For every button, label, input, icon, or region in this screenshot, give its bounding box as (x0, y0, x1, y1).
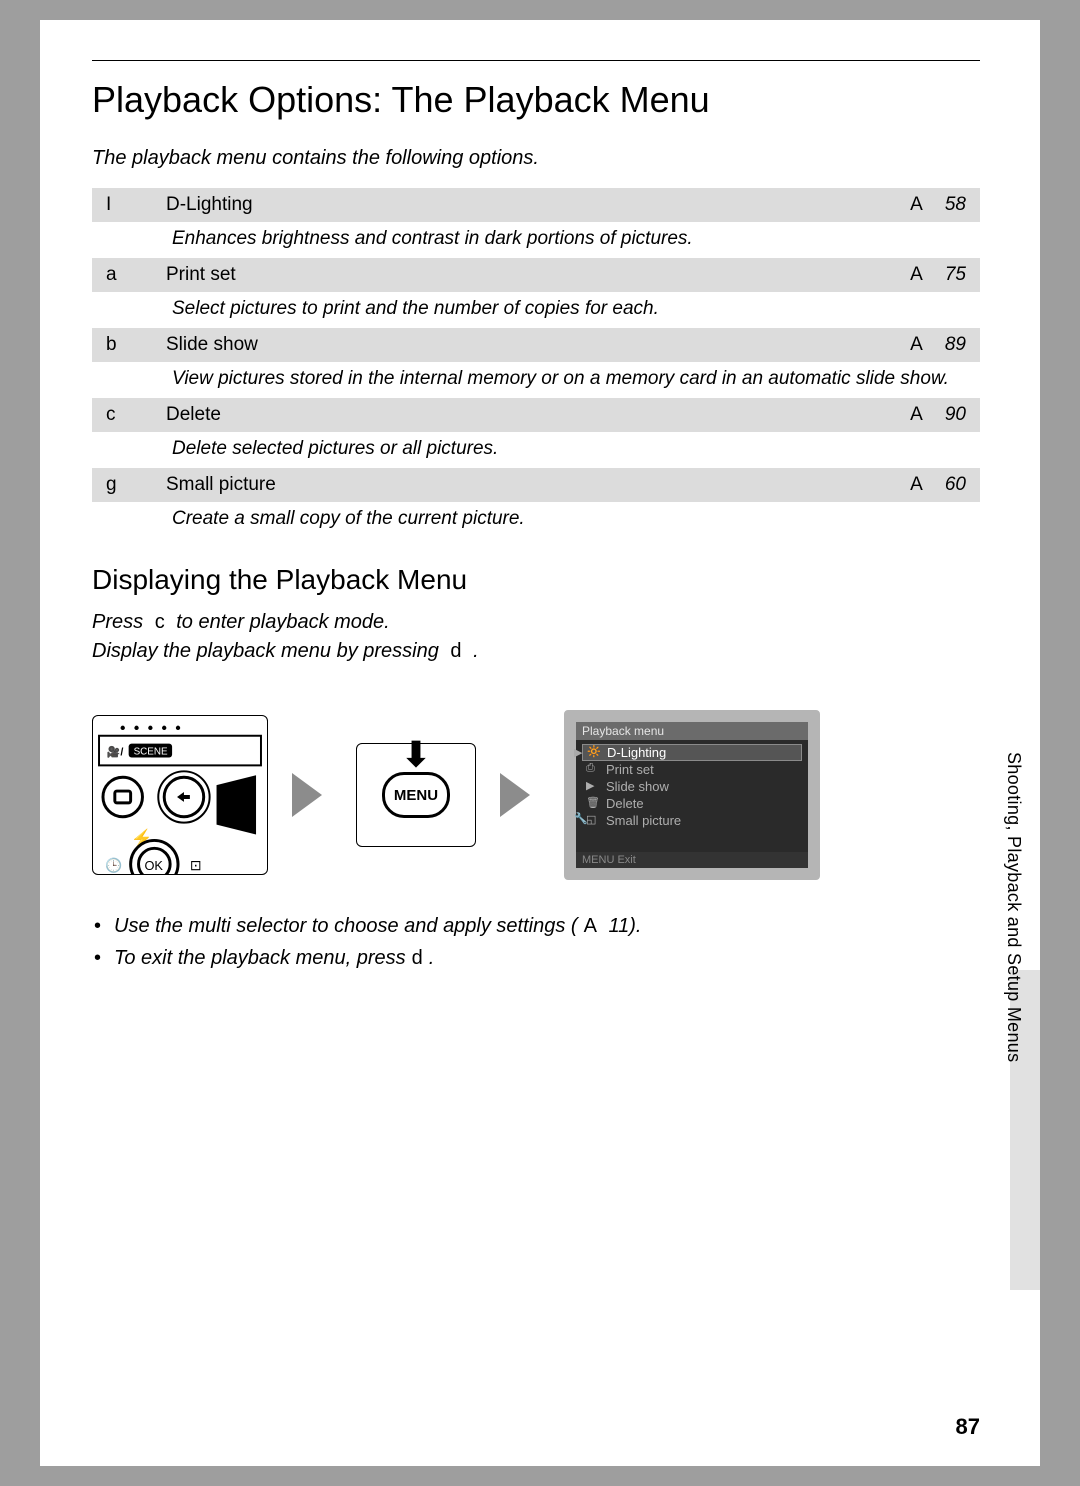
page-number: 87 (956, 1414, 980, 1440)
option-ref: A (896, 398, 931, 432)
menu-symbol: d (444, 640, 467, 662)
svg-text:🎥/: 🎥/ (107, 746, 124, 759)
svg-text:🕒: 🕒 (105, 857, 122, 874)
intro-text: The playback menu contains the following… (92, 147, 980, 170)
ref-symbol: A (578, 915, 603, 937)
menu-button-label: MENU (394, 787, 438, 804)
text: ). (629, 915, 641, 937)
option-row: aPrint setA75 (92, 258, 980, 292)
option-page: 75 (931, 258, 980, 292)
text: . (429, 947, 435, 969)
lcd-footer: MENU Exit (576, 852, 808, 868)
option-name: Small picture (152, 468, 896, 502)
lcd-item: Small picture (582, 812, 802, 829)
lcd-title: Playback menu (576, 722, 808, 740)
lcd-item: D-Lighting (582, 744, 802, 761)
lcd-item: Slide show (582, 778, 802, 795)
option-icon: g (92, 468, 152, 502)
option-desc-row: Delete selected pictures or all pictures… (92, 432, 980, 468)
instruction-line-1: Press c to enter playback mode. (92, 608, 980, 637)
text: Display the playback menu by pressing (92, 640, 439, 662)
option-icon: I (92, 188, 152, 222)
option-desc-row: Create a small copy of the current pictu… (92, 502, 980, 538)
lcd-item: Delete (582, 795, 802, 812)
option-desc: Enhances brightness and contrast in dark… (92, 222, 980, 258)
instruction-line-2: Display the playback menu by pressing d … (92, 637, 980, 666)
arrow-icon (292, 770, 332, 820)
lcd-menu-list: D-Lighting Print set Slide show Delete S… (576, 740, 808, 833)
text: Press (92, 611, 143, 633)
svg-text:⊡: ⊡ (190, 857, 202, 873)
option-desc-row: Select pictures to print and the number … (92, 292, 980, 328)
option-desc: Create a small copy of the current pictu… (92, 502, 980, 538)
lcd-item: Print set (582, 761, 802, 778)
text: To exit the playback menu, press (114, 947, 406, 969)
option-icon: c (92, 398, 152, 432)
option-row: cDeleteA90 (92, 398, 980, 432)
arrow-icon (500, 770, 540, 820)
playback-symbol: c (149, 611, 171, 633)
svg-text:⚡: ⚡ (131, 827, 153, 849)
option-name: D-Lighting (152, 188, 896, 222)
ref-page: 11 (608, 915, 629, 937)
option-desc: Select pictures to print and the number … (92, 292, 980, 328)
option-name: Print set (152, 258, 896, 292)
manual-page: Playback Options: The Playback Menu The … (40, 20, 1040, 1466)
option-page: 90 (931, 398, 980, 432)
option-desc: Delete selected pictures or all pictures… (92, 432, 980, 468)
option-desc: View pictures stored in the internal mem… (92, 362, 980, 398)
menu-symbol: d (406, 947, 429, 969)
option-name: Slide show (152, 328, 896, 362)
option-desc-row: View pictures stored in the internal mem… (92, 362, 980, 398)
option-ref: A (896, 328, 931, 362)
option-icon: b (92, 328, 152, 362)
illustration-row: 🎥/ SCENE ⚡ OK 🕒 ⊡ ⬇ MENU (92, 710, 980, 880)
page-title: Playback Options: The Playback Menu (92, 79, 980, 121)
menu-button: ⬇ MENU (382, 772, 450, 818)
section-subheading: Displaying the Playback Menu (92, 564, 980, 596)
text: . (473, 640, 479, 662)
option-ref: A (896, 468, 931, 502)
text: to enter playback mode. (176, 611, 389, 633)
option-row: ID-LightingA58 (92, 188, 980, 222)
option-page: 58 (931, 188, 980, 222)
option-page: 89 (931, 328, 980, 362)
side-label: Shooting, Playback and Setup Menus (1003, 752, 1024, 1062)
text: Use the multi selector to choose and app… (114, 915, 578, 937)
lcd-side-icons: ▶🔧 (574, 742, 588, 830)
camera-back-diagram: 🎥/ SCENE ⚡ OK 🕒 ⊡ (92, 715, 268, 875)
option-ref: A (896, 258, 931, 292)
option-name: Delete (152, 398, 896, 432)
lcd-screen: Playback menu D-Lighting Print set Slide… (564, 710, 820, 880)
header-rule (92, 60, 980, 61)
bullet-list: Use the multi selector to choose and app… (92, 910, 980, 974)
svg-text:SCENE: SCENE (134, 747, 168, 758)
option-row: bSlide showA89 (92, 328, 980, 362)
bullet-item: Use the multi selector to choose and app… (114, 910, 980, 942)
option-row: gSmall pictureA60 (92, 468, 980, 502)
down-arrow-icon: ⬇ (402, 735, 431, 775)
option-ref: A (896, 188, 931, 222)
option-desc-row: Enhances brightness and contrast in dark… (92, 222, 980, 258)
camera-svg: 🎥/ SCENE ⚡ OK 🕒 ⊡ (93, 716, 267, 874)
bullet-item: To exit the playback menu, pressd. (114, 942, 980, 974)
svg-text:OK: OK (144, 858, 163, 873)
menu-button-diagram: ⬇ MENU (356, 743, 476, 847)
option-icon: a (92, 258, 152, 292)
options-table: ID-LightingA58Enhances brightness and co… (92, 188, 980, 538)
option-page: 60 (931, 468, 980, 502)
